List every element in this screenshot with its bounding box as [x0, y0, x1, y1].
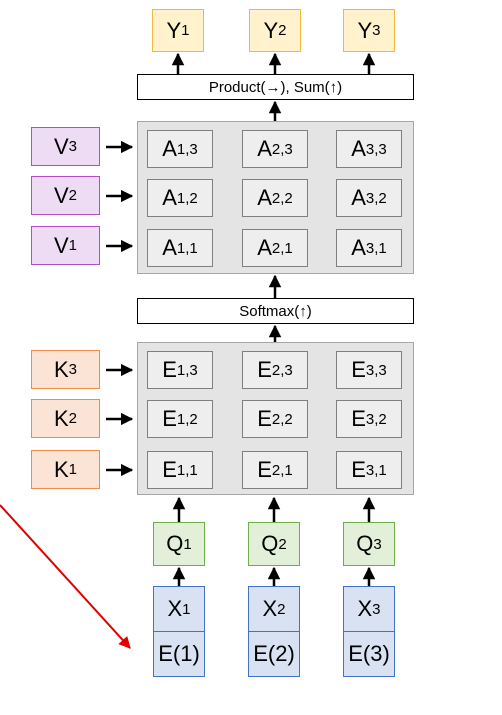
- arrows-layer: [0, 52, 376, 649]
- red-pointer-arrow: [0, 504, 131, 649]
